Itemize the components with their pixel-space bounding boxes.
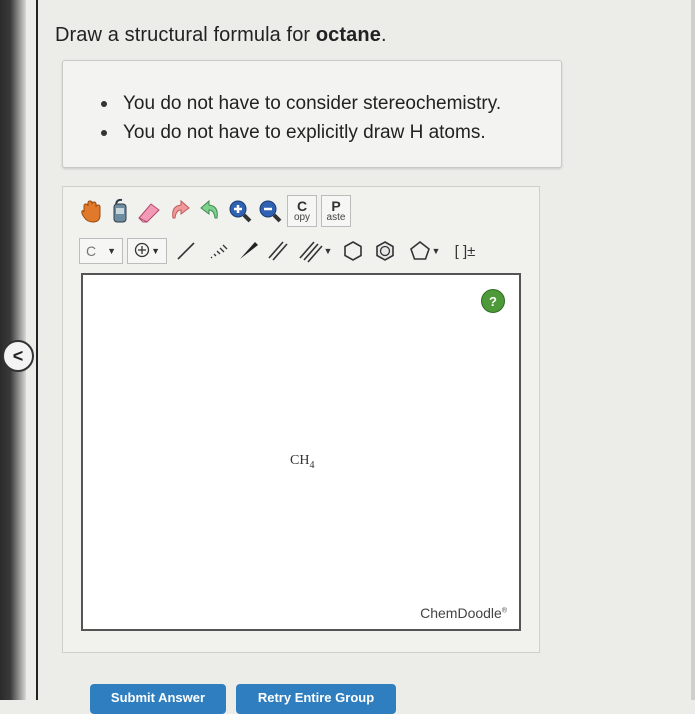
drawing-canvas[interactable]: ? CH4 ChemDoodle® [81,273,521,631]
chemdoodle-editor: C opy P aste C ▼ ▼ ▼ ▼ []± ? CH4 ChemDo… [62,186,540,653]
question-prompt: Draw a structural formula for octane. [55,24,387,46]
zoom-out-tool[interactable] [257,197,283,225]
paste-button[interactable]: P aste [321,195,351,227]
compound-name: octane [315,24,381,46]
undo-tool[interactable] [167,197,193,225]
eraser-icon [135,198,163,224]
element-value: C [86,243,97,259]
hint-box: You do not have to consider stereochemis… [62,60,562,168]
zoom-in-tool[interactable] [227,197,253,225]
pan-tool[interactable] [79,197,103,225]
double-bond-icon [266,239,290,263]
redo-icon [197,198,223,224]
triple-bond-icon [298,239,324,263]
redo-tool[interactable] [197,197,223,225]
cyclopentane-icon [408,239,432,263]
zoom-out-icon [257,198,283,224]
page-edge [691,0,695,700]
toolbar-row-top: C opy P aste [79,195,351,227]
chevron-down-icon: ▼ [151,246,160,256]
single-bond-icon [174,239,198,263]
retry-group-button[interactable]: Retry Entire Group [236,684,396,714]
benzene-icon [373,239,397,263]
brackets-tool[interactable]: [ ]± [449,237,481,265]
chevron-left-icon: < [12,345,24,366]
collapse-panel-button[interactable]: < [2,340,34,372]
triple-bond-select[interactable]: ▼ [295,237,335,265]
help-button[interactable]: ? [481,289,505,313]
chevron-down-icon: ▼ [323,246,333,256]
zoom-in-icon [227,198,253,224]
chevron-down-icon: ▼ [431,246,441,256]
cyclohexane-tool[interactable] [339,237,367,265]
lasso-icon [107,198,131,224]
panel-divider [36,0,38,700]
eraser-tool[interactable] [135,197,163,225]
charge-select[interactable]: ▼ [127,238,167,264]
chemdoodle-logo: ChemDoodle® [420,605,507,621]
charge-plus-icon [134,242,150,261]
double-bond-tool[interactable] [265,237,291,265]
copy-button[interactable]: C opy [287,195,317,227]
ring-select[interactable]: ▼ [403,237,445,265]
hint-item: You do not have to explicitly draw H ato… [101,118,501,147]
element-select[interactable]: C ▼ [79,238,123,264]
wedge-bond-icon [236,239,260,263]
hint-list: You do not have to consider stereochemis… [101,89,501,147]
brackets-icon: [ ]± [454,242,476,260]
submit-answer-button[interactable]: Submit Answer [90,684,226,714]
hashed-bond-icon [206,239,230,263]
lasso-tool[interactable] [107,197,131,225]
wedge-bond-tool[interactable] [235,237,261,265]
hand-icon [79,198,103,224]
cyclohexane-icon [341,239,365,263]
hashed-bond-tool[interactable] [205,237,231,265]
benzene-tool[interactable] [371,237,399,265]
chevron-down-icon: ▼ [107,246,116,256]
undo-icon [167,198,193,224]
single-bond-tool[interactable] [171,237,201,265]
molecule-label[interactable]: CH4 [290,453,314,471]
hint-item: You do not have to consider stereochemis… [101,89,501,118]
toolbar-row-bottom: C ▼ ▼ ▼ ▼ []± [79,237,481,265]
